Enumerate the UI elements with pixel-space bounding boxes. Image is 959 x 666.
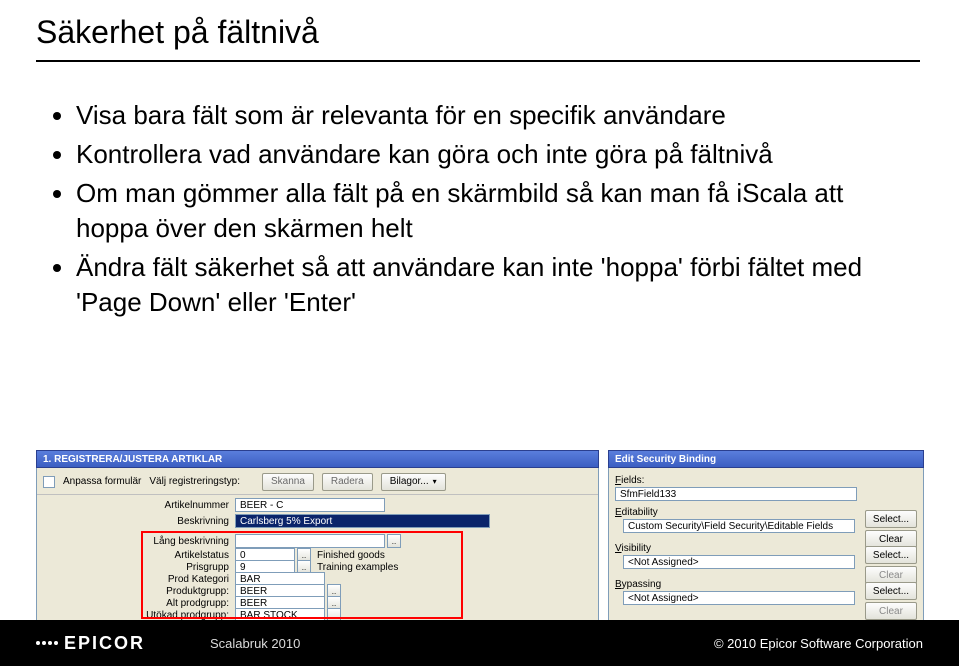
regtype-label: Välj registreringstyp: — [149, 476, 240, 487]
slide: Säkerhet på fältnivå Visa bara fält som … — [0, 0, 959, 666]
footer-copyright: © 2010 Epicor Software Corporation — [714, 636, 923, 651]
bullet-item: Kontrollera vad användare kan göra och i… — [76, 137, 908, 172]
article-form-window: 1. REGISTRERA/JUSTERA ARTIKLAR Anpassa f… — [36, 450, 599, 622]
utokprodgrupp-label: Utökad prodgrupp: — [133, 610, 235, 621]
logo-text: EPICOR — [64, 633, 145, 654]
slide-footer: EPICOR Scalabruk 2010 © 2010 Epicor Soft… — [0, 620, 959, 666]
bullet-list: Visa bara fält som är relevanta för en s… — [48, 98, 908, 325]
article-form-titlebar: 1. REGISTRERA/JUSTERA ARTIKLAR — [36, 450, 599, 468]
customize-form-label: Anpassa formulär — [63, 476, 141, 487]
scan-button[interactable]: Skanna — [262, 473, 314, 491]
fields-label: Fields: — [615, 475, 644, 486]
bypassing-label: Bypassing — [615, 579, 661, 590]
bypassing-value: <Not Assigned> — [623, 591, 855, 605]
footer-center: Scalabruk 2010 — [210, 636, 300, 651]
article-form-toolbar: Anpassa formulär Välj registreringstyp: … — [37, 469, 598, 495]
bypassing-select-button[interactable]: Select... — [865, 582, 917, 600]
customize-form-checkbox[interactable] — [43, 476, 55, 488]
security-binding-window: Edit Security Binding Fields: SfmField13… — [608, 450, 924, 622]
title-underline — [36, 60, 920, 62]
prisgrupp-detail: Training examples — [311, 562, 421, 573]
scan-button-label: Skanna — [271, 476, 305, 487]
visibility-label: Visibility — [615, 543, 651, 554]
langbeskr-browse-button[interactable]: .. — [387, 534, 401, 548]
article-form-body: Artikelnummer BEER - C Beskrivning Carls… — [37, 495, 598, 623]
delete-button-label: Radera — [331, 476, 364, 487]
visibility-select-button[interactable]: Select... — [865, 546, 917, 564]
artikelnummer-label: Artikelnummer — [133, 500, 235, 511]
slide-title: Säkerhet på fältnivå — [36, 14, 319, 51]
logo-dots-icon — [36, 641, 58, 645]
fields-input[interactable]: SfmField133 — [615, 487, 857, 501]
beskrivning-label: Beskrivning — [133, 516, 235, 527]
langbeskr-input[interactable] — [235, 534, 385, 548]
delete-button[interactable]: Radera — [322, 473, 373, 491]
security-binding-body: Fields: SfmField133 Editability Custom S… — [608, 468, 924, 622]
security-binding-titlebar: Edit Security Binding — [608, 450, 924, 468]
attachments-button[interactable]: Bilagor... ▾ — [381, 473, 446, 491]
chevron-down-icon: ▾ — [433, 477, 437, 486]
bullet-item: Om man gömmer alla fält på en skärmbild … — [76, 176, 908, 246]
artikelnummer-input[interactable]: BEER - C — [235, 498, 385, 512]
epicor-logo: EPICOR — [36, 633, 145, 654]
attachments-button-label: Bilagor... — [390, 476, 429, 487]
bullet-item: Ändra fält säkerhet så att användare kan… — [76, 250, 908, 320]
editability-value: Custom Security\Field Security\Editable … — [623, 519, 855, 533]
beskrivning-input[interactable]: Carlsberg 5% Export — [235, 514, 490, 528]
screenshots-strip: 1. REGISTRERA/JUSTERA ARTIKLAR Anpassa f… — [36, 450, 924, 622]
bypassing-clear-button[interactable]: Clear — [865, 602, 917, 620]
langbeskr-label: Lång beskrivning — [133, 536, 235, 547]
editability-label: Editability — [615, 507, 658, 518]
bullet-item: Visa bara fält som är relevanta för en s… — [76, 98, 908, 133]
editability-select-button[interactable]: Select... — [865, 510, 917, 528]
visibility-value: <Not Assigned> — [623, 555, 855, 569]
